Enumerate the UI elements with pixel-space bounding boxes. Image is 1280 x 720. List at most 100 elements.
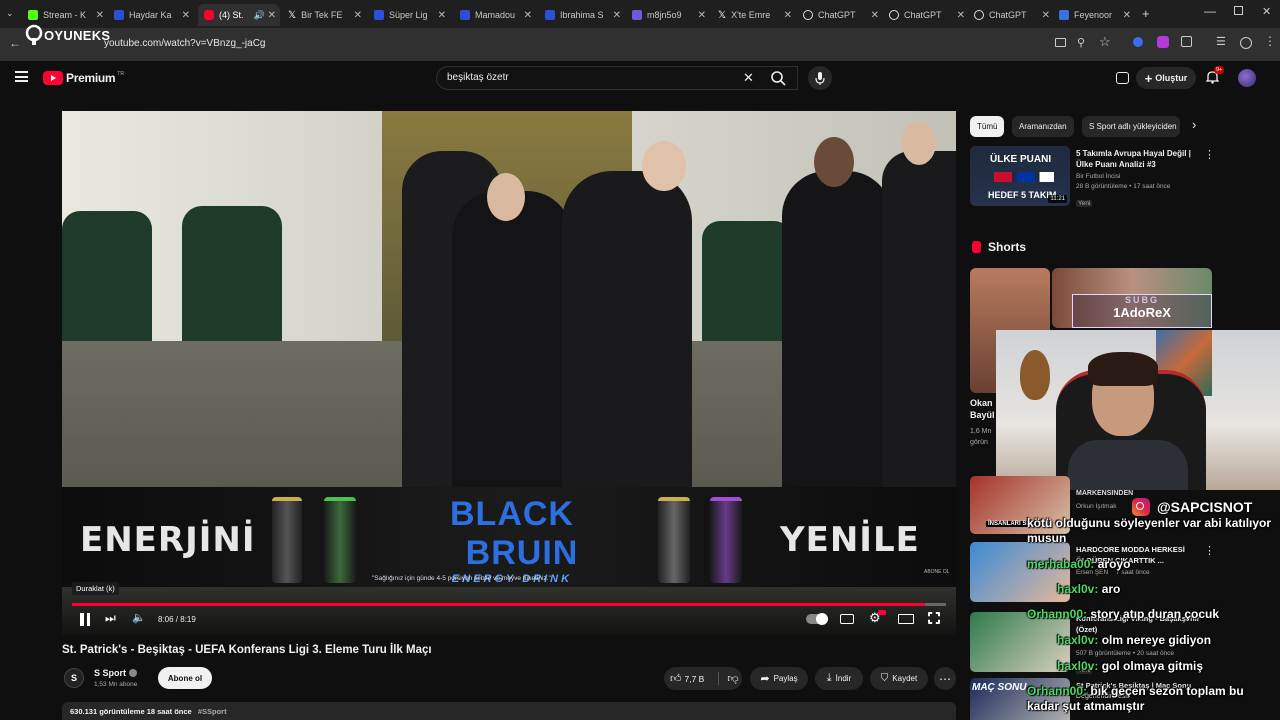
browser-tab[interactable]: Feyenoor ✕ <box>1059 4 1135 26</box>
close-tab-icon[interactable]: ✕ <box>1123 10 1131 21</box>
extension-icon[interactable] <box>1157 36 1169 48</box>
browser-tab[interactable]: Süper Lig ✕ <box>374 4 450 26</box>
puzzle-icon[interactable] <box>1181 36 1192 47</box>
browser-menu-icon[interactable]: ⋮ <box>1264 34 1276 48</box>
chip-all[interactable]: Tümü <box>970 116 1005 137</box>
browser-tab[interactable]: Stream - K ✕ <box>28 4 108 26</box>
url-text[interactable]: youtube.com/watch?v=VBnzg_-jaCg <box>104 38 265 49</box>
user-avatar[interactable] <box>1238 69 1256 87</box>
can-graphic <box>272 497 302 583</box>
share-button[interactable]: ➦ Paylaş <box>750 667 808 690</box>
hashtag-link[interactable]: #SSport <box>198 707 227 716</box>
youtube-premium-logo[interactable]: Premium TR <box>43 71 124 85</box>
volume-icon[interactable]: 🔈 <box>132 611 146 624</box>
hamburger-menu-icon[interactable] <box>15 71 28 82</box>
browser-tab-active[interactable]: (4) St. 🔊 ✕ <box>198 4 280 26</box>
short-title-fragment: Okan <box>970 398 993 408</box>
zoom-icon[interactable]: ⚲ <box>1077 36 1085 49</box>
recommended-video-thumbnail[interactable] <box>970 612 1070 672</box>
save-button[interactable]: ⛉ Kaydet <box>870 667 928 690</box>
tab-list-chevron-icon[interactable]: ⌄ <box>6 8 18 20</box>
video-player[interactable]: ENERJİNİ BLACK BRUIN ENERGY DRINK "Sağlı… <box>62 111 956 635</box>
download-button[interactable]: ⤓ İndir <box>815 667 863 690</box>
browser-tab[interactable]: Mamadou ✕ <box>460 4 536 26</box>
duration-badge: 11:21 <box>1048 195 1067 203</box>
cast-icon[interactable] <box>1116 72 1129 84</box>
clear-search-icon[interactable]: ✕ <box>743 70 754 86</box>
browser-tab[interactable]: 𝕏 X'te Emre ✕ <box>718 4 796 26</box>
recommended-video-info[interactable]: 5 Takımla Avrupa Hayal Değil | Ülke Puan… <box>1076 148 1202 210</box>
autoplay-toggle[interactable] <box>806 613 828 625</box>
back-arrow-icon[interactable]: ← <box>9 36 21 50</box>
recommended-video-title: MARKENSINDEN <box>1076 490 1134 497</box>
browser-tab[interactable]: Ibrahima S ✕ <box>545 4 625 26</box>
close-tab-icon[interactable]: ✕ <box>1042 10 1050 21</box>
like-button[interactable]: 👍︎ 7,7 B <box>670 672 704 685</box>
browser-tab[interactable]: 𝕏 Bir Tek FE ✕ <box>288 4 366 26</box>
close-tab-icon[interactable]: ✕ <box>698 10 706 21</box>
close-tab-icon[interactable]: ✕ <box>438 10 446 21</box>
close-tab-icon[interactable]: ✕ <box>96 10 104 21</box>
close-window-icon[interactable]: ✕ <box>1262 5 1271 18</box>
logo-country: TR <box>117 70 124 77</box>
create-button[interactable]: + Oluştur <box>1136 67 1196 89</box>
subtitles-icon[interactable] <box>840 614 854 624</box>
channel-avatar[interactable]: S <box>64 668 84 688</box>
maximize-icon[interactable] <box>1234 6 1243 15</box>
browser-tab[interactable]: ChatGPT ✕ <box>974 4 1054 26</box>
next-video-icon[interactable]: ⏭ <box>105 611 116 626</box>
chatgpt-icon <box>803 10 813 20</box>
new-tab-plus-icon[interactable]: + <box>1142 6 1150 21</box>
ad-notice: "Sağlığınız için günde 4-5 porsiyon sebz… <box>372 575 551 582</box>
person-head <box>902 121 936 165</box>
close-tab-icon[interactable]: ✕ <box>957 10 965 21</box>
channel-name[interactable]: S Sport <box>94 668 126 678</box>
chip-from-search[interactable]: Aramanızdan <box>1012 116 1074 137</box>
youtube-logo-icon <box>43 71 63 85</box>
browser-tab[interactable]: Haydar Ka ✕ <box>114 4 194 26</box>
x-logo-icon: 𝕏 <box>288 9 297 21</box>
profile-icon[interactable] <box>1240 37 1252 49</box>
theater-mode-icon[interactable] <box>898 614 914 624</box>
progress-track[interactable] <box>72 603 946 606</box>
minimize-icon[interactable]: — <box>1204 4 1216 18</box>
bookmark-star-icon[interactable]: ☆ <box>1099 34 1111 50</box>
extension-icon[interactable] <box>1133 37 1143 47</box>
chips-next-chevron-icon[interactable]: › <box>1192 117 1196 132</box>
voice-search-button[interactable] <box>808 66 832 90</box>
chat-message: merhaba00: aroyo <box>1027 557 1130 571</box>
close-tab-icon[interactable]: ✕ <box>784 10 792 21</box>
browser-tab[interactable]: ChatGPT ✕ <box>889 4 969 26</box>
chat-text: story atıp duran çocuk <box>1090 607 1220 621</box>
search-input[interactable]: beşiktaş özetr <box>447 72 509 83</box>
can-graphic <box>324 497 356 583</box>
close-tab-icon[interactable]: ✕ <box>354 10 362 21</box>
close-tab-icon[interactable]: ✕ <box>871 10 879 21</box>
recommended-video-thumbnail[interactable] <box>970 542 1070 602</box>
browser-tab[interactable]: ChatGPT ✕ <box>803 4 883 26</box>
recommended-video-thumbnail[interactable]: ÜLKE PUANI HEDEF 5 TAKIM 11:21 <box>970 146 1070 206</box>
media-control-icon[interactable]: ☰ <box>1216 35 1226 48</box>
search-button[interactable] <box>762 66 798 90</box>
install-app-icon[interactable] <box>1055 38 1066 47</box>
search-bar[interactable]: beşiktaş özetr ✕ <box>436 66 798 90</box>
browser-tab[interactable]: m8jn5o9 ✕ <box>632 4 710 26</box>
close-tab-icon[interactable]: ✕ <box>268 10 276 21</box>
tab-audio-icon[interactable]: 🔊 <box>254 10 265 21</box>
instagram-icon <box>1132 498 1150 516</box>
ad-brand: BLACK BRUIN ENERGY DRINK <box>392 495 632 585</box>
close-tab-icon[interactable]: ✕ <box>613 10 621 21</box>
video-menu-icon[interactable]: ⋮ <box>1204 148 1215 161</box>
dislike-button[interactable]: 👎︎ <box>718 672 739 685</box>
chip-from-uploader[interactable]: S Sport adlı yükleyiciden <box>1082 116 1180 137</box>
close-tab-icon[interactable]: ✕ <box>182 10 190 21</box>
oyuneks-mark-icon <box>25 24 43 45</box>
more-actions-button[interactable]: ⋯ <box>934 667 956 690</box>
ad-right-text: YENİLE <box>780 520 920 560</box>
subscribe-button[interactable]: Abone ol <box>158 667 212 689</box>
ad-banner: ENERJİNİ BLACK BRUIN ENERGY DRINK "Sağlı… <box>62 487 956 587</box>
close-tab-icon[interactable]: ✕ <box>524 10 532 21</box>
chat-username: Orhann00: <box>1027 684 1088 698</box>
pause-button[interactable] <box>77 613 93 627</box>
chat-text: gol olmaya gitmiş <box>1101 659 1204 673</box>
